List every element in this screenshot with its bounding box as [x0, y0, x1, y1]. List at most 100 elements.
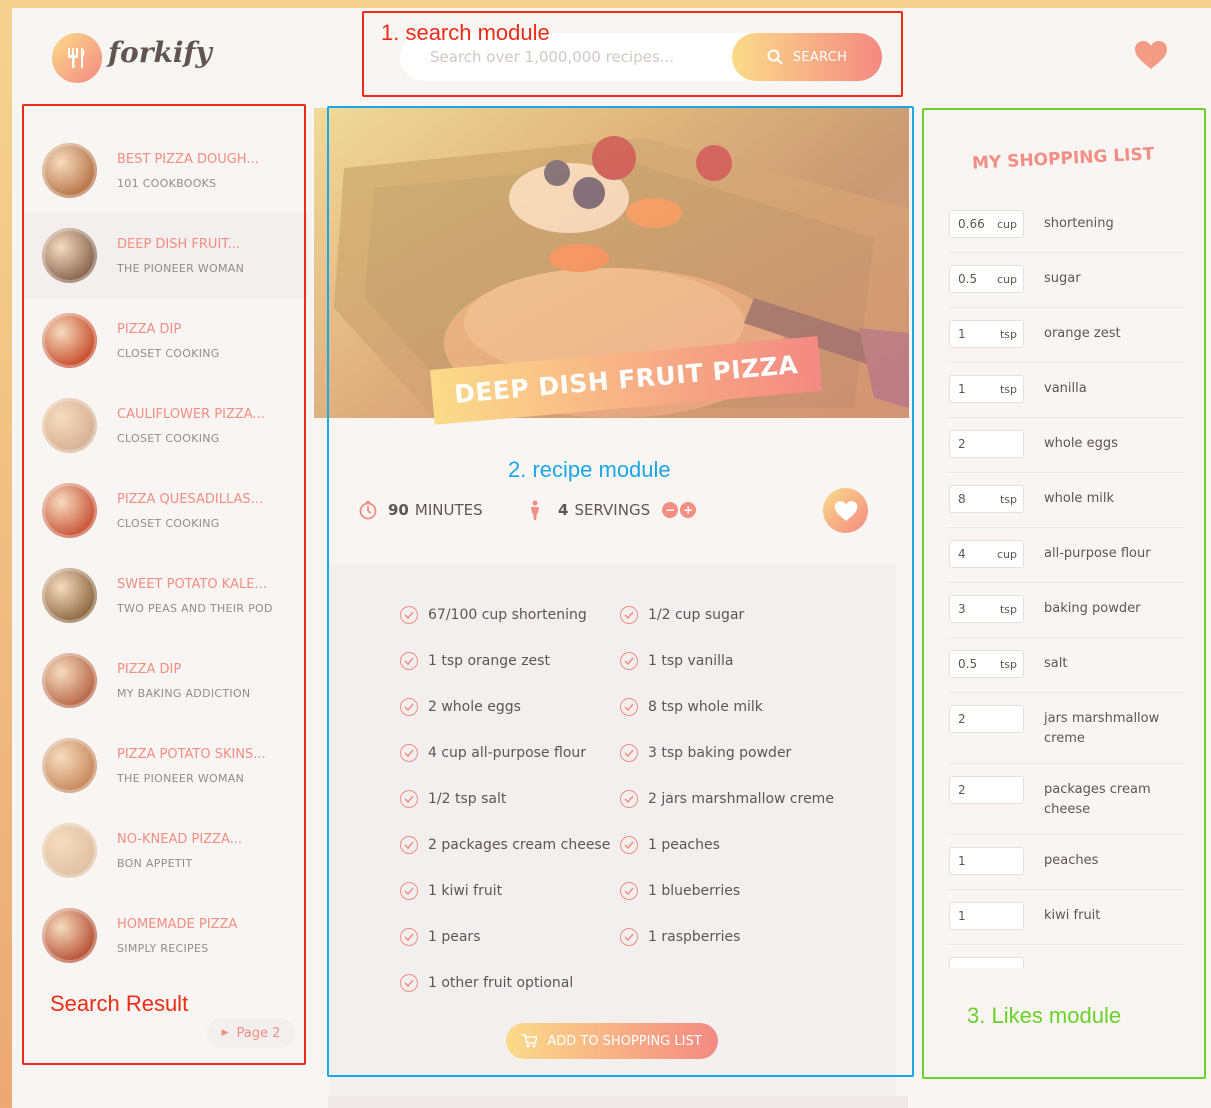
result-image: [42, 398, 97, 453]
result-item[interactable]: DEEP DISH FRUIT... THE PIONEER WOMAN: [24, 213, 308, 298]
result-item[interactable]: PIZZA POTATO SKINS... THE PIONEER WOMAN: [24, 723, 308, 808]
shopping-item: 2 whole eggs: [949, 418, 1184, 473]
shopping-item-count[interactable]: 4 cup: [949, 540, 1024, 568]
search-result-annotation-label: Search Result: [50, 991, 189, 1016]
person-icon: [531, 500, 539, 520]
shopping-item-count[interactable]: 0.66 cup: [949, 210, 1024, 238]
ingredient-text: 1 blueberries: [648, 883, 741, 899]
shopping-item-unit: cup: [996, 547, 1017, 561]
pagination-next-button[interactable]: ▶ Page 2: [207, 1018, 295, 1048]
result-image: [42, 908, 97, 963]
check-icon: [620, 836, 638, 854]
shopping-item-description: shortening: [1044, 216, 1114, 231]
result-publisher: BON APPETIT: [117, 856, 193, 870]
result-title: PIZZA DIP: [117, 321, 182, 337]
increase-servings-button[interactable]: +: [680, 502, 697, 518]
shopping-item-unit: tsp: [999, 492, 1017, 506]
shopping-item-unit: tsp: [999, 657, 1017, 671]
shopping-item-count[interactable]: 8 tsp: [949, 485, 1024, 513]
shopping-item-count[interactable]: 2: [949, 776, 1024, 804]
result-item[interactable]: HOMEMADE PIZZA SIMPLY RECIPES: [24, 893, 308, 978]
ingredient-item: 2 packages cream cheese: [400, 834, 620, 856]
shopping-item-count[interactable]: 1: [949, 902, 1024, 930]
shopping-item-count[interactable]: 2: [949, 705, 1024, 733]
recipe-ingredients: 67/100 cup shortening 1/2 cup sugar 1 tsp …: [330, 564, 896, 1104]
result-title: NO-KNEAD PIZZA...: [117, 831, 243, 847]
ingredient-text: 1 raspberries: [648, 929, 741, 945]
search-module-annotation-label: 1. search module: [381, 20, 550, 45]
result-item[interactable]: PIZZA DIP CLOSET COOKING: [24, 298, 308, 383]
app-container: forkify SEARCH BEST PIZZA DOUGH... 101 CO…: [12, 8, 1211, 1108]
shopping-item-count[interactable]: 3 tsp: [949, 595, 1024, 623]
decrease-servings-button[interactable]: −: [662, 502, 679, 518]
check-icon: [400, 698, 418, 716]
result-title: CAULIFLOWER PIZZA...: [117, 406, 265, 422]
ingredient-text: 4 cup all-purpose flour: [428, 745, 587, 761]
ingredient-text: 1 tsp vanilla: [648, 653, 734, 669]
shopping-item: 8 tsp whole milk: [949, 473, 1184, 528]
recipe-time: 90 MINUTES: [358, 500, 483, 520]
result-title: HOMEMADE PIZZA: [117, 916, 238, 932]
result-item[interactable]: CAULIFLOWER PIZZA... CLOSET COOKING: [24, 383, 308, 468]
check-icon: [400, 974, 418, 992]
like-recipe-button[interactable]: [823, 488, 868, 533]
result-title: PIZZA DIP: [117, 661, 182, 677]
shopping-item-value: 1: [958, 327, 966, 341]
heart-icon: [834, 500, 857, 521]
result-image: [42, 483, 97, 538]
shopping-item-count[interactable]: 1 tsp: [949, 320, 1024, 348]
shopping-item: 1 tsp orange zest: [949, 308, 1184, 363]
add-to-shopping-list-button[interactable]: ADD TO SHOPPING LIST: [506, 1023, 718, 1059]
shopping-item-count[interactable]: 1 tsp: [949, 375, 1024, 403]
ingredient-text: 1 pears: [428, 929, 481, 945]
shopping-item-count[interactable]: 2: [949, 430, 1024, 458]
result-publisher: CLOSET COOKING: [117, 516, 220, 530]
check-icon: [620, 652, 638, 670]
shopping-item-count[interactable]: [949, 957, 1024, 968]
result-item[interactable]: SWEET POTATO KALE... TWO PEAS AND THEIR P…: [24, 553, 308, 638]
result-image: [42, 653, 97, 708]
check-icon: [400, 882, 418, 900]
ingredient-text: 1 tsp orange zest: [428, 653, 550, 669]
check-icon: [400, 744, 418, 762]
check-icon: [620, 882, 638, 900]
shopping-list: 0.66 cup shortening 0.5 cup sugar 1 tsp orange z…: [949, 198, 1184, 968]
result-image: [42, 738, 97, 793]
pagination-label: Page 2: [236, 1025, 281, 1041]
header: forkify SEARCH: [12, 8, 1211, 106]
result-title: SWEET POTATO KALE...: [117, 576, 267, 592]
result-item[interactable]: PIZZA QUESADILLAS... CLOSET COOKING: [24, 468, 308, 553]
logo-text: forkify: [108, 36, 212, 69]
shopping-item-description: whole eggs: [1044, 436, 1118, 451]
likes-heart-icon[interactable]: [1134, 40, 1168, 74]
search-button-label: SEARCH: [792, 49, 848, 65]
result-item[interactable]: PIZZA DIP MY BAKING ADDICTION: [24, 638, 308, 723]
shopping-item-value: 0.66: [958, 217, 985, 231]
result-image: [42, 228, 97, 283]
stopwatch-icon: [359, 501, 377, 520]
recipe-module-annotation-label: 2. recipe module: [508, 457, 671, 482]
cart-icon: [522, 1034, 538, 1048]
triangle-right-icon: ▶: [221, 1028, 229, 1038]
ingredient-item: 2 whole eggs: [400, 696, 620, 718]
result-item[interactable]: BEST PIZZA DOUGH... 101 COOKBOOKS: [24, 128, 308, 213]
check-icon: [400, 928, 418, 946]
shopping-item-description: sugar: [1044, 271, 1081, 286]
result-item[interactable]: NO-KNEAD PIZZA... BON APPETIT: [24, 808, 308, 893]
shopping-item-count[interactable]: 0.5 cup: [949, 265, 1024, 293]
shopping-item-count[interactable]: 0.5 tsp: [949, 650, 1024, 678]
shopping-item: 3 tsp baking powder: [949, 583, 1184, 638]
ingredient-item: 1 tsp orange zest: [400, 650, 620, 672]
recipe-servings-count: 4: [558, 501, 569, 519]
shopping-item-value: 1: [958, 909, 966, 923]
shopping-item: 4 cup all-purpose flour: [949, 528, 1184, 583]
shopping-item-count[interactable]: 1: [949, 847, 1024, 875]
ingredient-item: 1/2 tsp salt: [400, 788, 620, 810]
shopping-item-value: 2: [958, 712, 966, 726]
ingredient-item: 1/2 cup sugar: [620, 604, 840, 626]
check-icon: [400, 652, 418, 670]
result-image: [42, 143, 97, 198]
ingredient-text: 8 tsp whole milk: [648, 699, 763, 715]
search-button[interactable]: SEARCH: [732, 33, 882, 81]
check-icon: [400, 790, 418, 808]
